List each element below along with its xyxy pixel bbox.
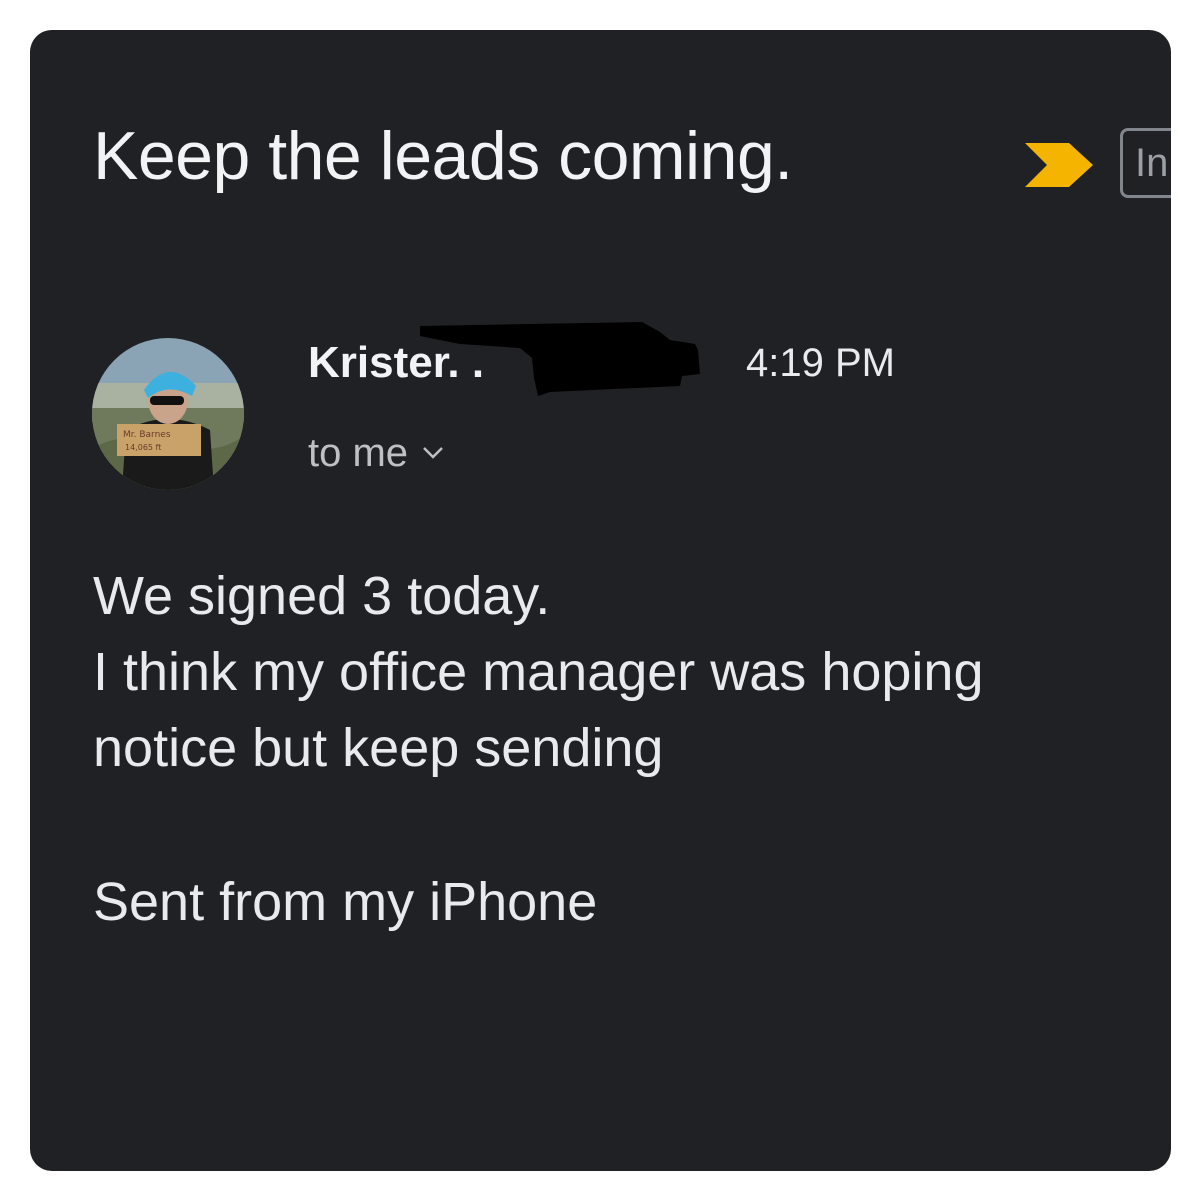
- email-view: Keep the leads coming. In Mr. Barnes 14,…: [30, 30, 1171, 1171]
- email-signature: Sent from my iPhone: [93, 872, 598, 932]
- avatar-sign-line-1: Mr. Barnes: [123, 430, 171, 440]
- received-time: 4:19 PM: [746, 341, 895, 385]
- importance-marker-icon[interactable]: [1025, 143, 1093, 187]
- body-line: I think my office manager was hoping: [93, 642, 984, 702]
- avatar-photo: Mr. Barnes 14,065 ft: [92, 338, 244, 490]
- body-line: notice but keep sending: [93, 718, 664, 778]
- redaction-scribble: [420, 322, 700, 396]
- recipient-toggle[interactable]: to me: [308, 428, 444, 478]
- sender-avatar[interactable]: Mr. Barnes 14,065 ft: [92, 338, 244, 490]
- email-body: We signed 3 today. I think my office man…: [93, 558, 983, 786]
- chevron-down-icon[interactable]: [422, 446, 444, 460]
- inbox-label-chip[interactable]: In: [1120, 128, 1171, 198]
- recipient-label: to me: [308, 431, 409, 475]
- avatar-sign-line-2: 14,065 ft: [125, 443, 161, 452]
- email-subject: Keep the leads coming.: [93, 118, 793, 194]
- body-line: We signed 3 today.: [93, 566, 551, 626]
